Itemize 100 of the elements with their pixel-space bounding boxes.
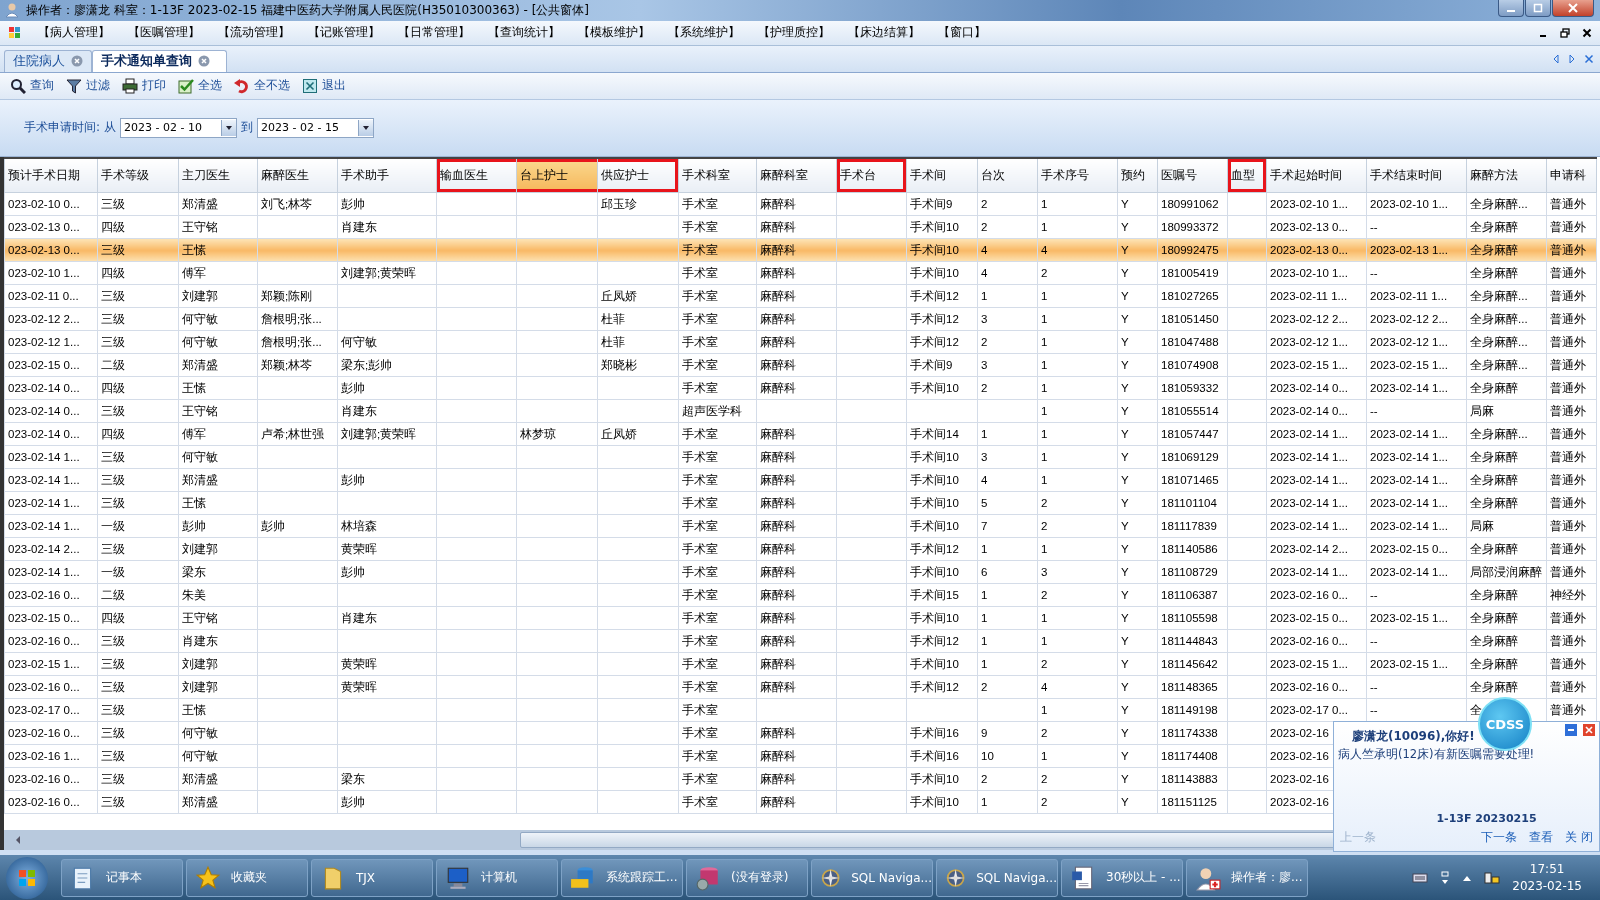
taskbar-button[interactable]: 收藏夹 <box>186 858 308 897</box>
table-cell: 2023-02-12 1... <box>1366 330 1467 354</box>
table-row[interactable]: 023-02-13 0... 三级 王愫 手术室 麻醉科 手术间10 4 4 Y 180992475 2023-02-13 0... 2023-02-13 1... 全身麻醉 普通外 <box>4 238 1597 262</box>
search-button[interactable]: 查询 <box>6 75 58 97</box>
column-header[interactable]: 麻醉科室 <box>756 158 837 193</box>
table-row[interactable]: 023-02-16 0... 二级 朱美 手术室 麻醉科 手术间15 1 2 Y 181106387 2023-02-16 0... -- 全身麻醉 神经外 <box>4 583 1597 607</box>
column-header[interactable]: 医嘱号 <box>1157 158 1228 193</box>
dropdown-arrow-icon[interactable] <box>225 124 234 131</box>
tab[interactable]: 手术通知单查询 <box>92 49 227 72</box>
table-cell: 5 <box>977 491 1038 515</box>
exit-button[interactable]: 退出 <box>298 75 350 97</box>
menu-item[interactable]: 【查询统计】 <box>488 24 578 42</box>
table-cell: 手术室 <box>678 192 757 216</box>
notification-link[interactable]: 查看 <box>1529 829 1554 846</box>
column-header[interactable]: 手术序号 <box>1037 158 1118 193</box>
table-row[interactable]: 023-02-12 2... 三级 何守敏 詹根明;张... 杜菲 手术室 麻醉科 手术间12 3 1 Y 181051450 2023-02-12 2... 2023-02-12 2... 全身麻醉... 普通外 <box>4 307 1597 331</box>
date-field[interactable]: 2023 - 02 - 10 <box>120 117 238 138</box>
table-row[interactable]: 023-02-10 0... 三级 郑清盛 刘飞;林芩 彭帅 邱玉珍 手术室 麻醉科 手术间9 2 1 Y 180991062 2023-02-10 1... 2023-02-10 1... 全身麻醉... 普通外 <box>4 192 1597 216</box>
table-row[interactable]: 023-02-14 0... 四级 王愫 彭帅 手术室 麻醉科 手术间10 2 1 Y 181059332 2023-02-14 0... 2023-02-14 1... 全身麻醉 普通外 <box>4 376 1597 400</box>
menu-item[interactable]: 【系统维护】 <box>668 24 758 42</box>
column-header[interactable]: 主刀医生 <box>178 158 258 193</box>
column-header[interactable]: 手术助手 <box>337 158 437 193</box>
table-row[interactable]: 023-02-16 0... 三级 刘建郭 黄荣晖 手术室 麻醉科 手术间12 2 4 Y 181148365 2023-02-16 0... -- 全身麻醉 普通外 <box>4 675 1597 699</box>
menu-item[interactable]: 【窗口】 <box>938 24 1028 42</box>
table-cell: Y <box>1117 514 1158 538</box>
taskbar-button[interactable]: 计算机 <box>436 858 558 897</box>
menu-item[interactable]: 【护理质控】 <box>758 24 848 42</box>
column-header[interactable]: 台上护士 <box>516 158 598 193</box>
taskbar-button[interactable]: 系统跟踪工... <box>561 858 683 897</box>
table-row[interactable]: 023-02-15 0... 二级 郑清盛 郑颖;林芩 梁东;彭帅 郑晓彬 手术室 麻醉科 手术间9 3 1 Y 181074908 2023-02-15 1... 2023-02-15 1... 全身麻醉... 普通外 <box>4 353 1597 377</box>
menu-item[interactable]: 【病人管理】 <box>38 24 128 42</box>
table-row[interactable]: 023-02-14 1... 三级 王愫 手术室 麻醉科 手术间10 5 2 Y 181101104 2023-02-14 1... 2023-02-14 1... 全身麻醉 普通外 <box>4 491 1597 515</box>
restore-icon[interactable] <box>1560 27 1570 38</box>
column-header[interactable]: 手术科室 <box>678 158 757 193</box>
column-header[interactable]: 台次 <box>977 158 1038 193</box>
column-header[interactable]: 麻醉医生 <box>257 158 338 193</box>
minimize-button[interactable] <box>1498 0 1524 17</box>
table-row[interactable]: 023-02-11 0... 三级 刘建郭 郑颖;陈刚 丘凤娇 手术室 麻醉科 手术间12 1 1 Y 181027265 2023-02-11 1... 2023-02-11 1... 全身麻醉... 普通外 <box>4 284 1597 308</box>
filter-button[interactable]: 过滤 <box>62 75 114 97</box>
menu-item[interactable]: 【日常管理】 <box>398 24 488 42</box>
taskbar-button[interactable]: 30秒以上 - ... <box>1061 858 1183 897</box>
table-row[interactable]: 023-02-15 0... 四级 王守铭 肖建东 手术室 麻醉科 手术间10 1 1 Y 181105598 2023-02-15 0... 2023-02-15 1... 全身麻醉 普通外 <box>4 606 1597 630</box>
table-row[interactable]: 023-02-14 1... 一级 梁东 彭帅 手术室 麻醉科 手术间10 6 3 Y 181108729 2023-02-14 1... 2023-02-14 1... 局部浸润麻醉 普通外 <box>4 560 1597 584</box>
column-header[interactable]: 手术等级 <box>97 158 179 193</box>
start-button[interactable] <box>6 856 48 899</box>
column-header[interactable]: 预计手术日期 <box>4 158 98 193</box>
table-cell: Y <box>1117 399 1158 423</box>
column-header[interactable]: 申请科 <box>1546 158 1597 193</box>
scroll-left-icon[interactable] <box>14 835 22 846</box>
table-row[interactable]: 023-02-14 0... 四级 傅军 卢希;林世强 刘建郭;黄荣晖 林梦琼 丘凤娇 手术室 麻醉科 手术间14 1 1 Y 181057447 2023-02-14 1... 2023-02-14 1... 全身麻醉... 普通外 <box>4 422 1597 446</box>
maximize-button[interactable] <box>1525 0 1551 17</box>
menu-item[interactable]: 【医嘱管理】 <box>128 24 218 42</box>
taskbar-button[interactable]: 记事本 <box>61 858 183 897</box>
notification-link[interactable]: 关 闭 <box>1565 829 1593 846</box>
table-row[interactable]: 023-02-14 1... 三级 郑清盛 彭帅 手术室 麻醉科 手术间10 4 1 Y 181071465 2023-02-14 1... 2023-02-14 1... 全身麻醉 普通外 <box>4 468 1597 492</box>
taskbar-button[interactable]: 操作者：廖... <box>1186 858 1308 897</box>
column-header[interactable]: 手术台 <box>836 158 907 193</box>
table-row[interactable]: 023-02-14 1... 一级 彭帅 彭帅 林培森 手术室 麻醉科 手术间10 7 2 Y 181117839 2023-02-14 1... 2023-02-14 1... 局麻 普通外 <box>4 514 1597 538</box>
taskbar-button[interactable]: SQL Naviga... <box>936 858 1058 897</box>
app-icon[interactable] <box>8 25 22 40</box>
table-cell: 手术间10 <box>906 445 978 469</box>
menu-item[interactable]: 【床边结算】 <box>848 24 938 42</box>
menu-item[interactable]: 【记账管理】 <box>308 24 398 42</box>
table-row[interactable]: 023-02-13 0... 四级 王守铭 肖建东 手术室 麻醉科 手术间10 2 1 Y 180993372 2023-02-13 0... -- 全身麻醉 普通外 <box>4 215 1597 239</box>
taskbar-button[interactable]: (没有登录) <box>686 858 808 897</box>
print-button[interactable]: 打印 <box>118 75 170 97</box>
taskbar-button[interactable]: SQL Naviga... <box>811 858 933 897</box>
column-header[interactable]: 预约 <box>1117 158 1158 193</box>
scroll-right-icon[interactable] <box>1568 53 1576 64</box>
column-header[interactable]: 手术起始时间 <box>1266 158 1367 193</box>
table-row[interactable]: 023-02-12 1... 三级 何守敏 詹根明;张... 何守敏 杜菲 手术室 麻醉科 手术间12 2 1 Y 181047488 2023-02-12 1... 2023-02-12 1... 全身麻醉... 普通外 <box>4 330 1597 354</box>
menu-item[interactable]: 【流动管理】 <box>218 24 308 42</box>
taskbar-button[interactable]: TJX <box>311 858 433 897</box>
table-cell: 杜菲 <box>597 307 679 331</box>
table-row[interactable]: 023-02-14 0... 三级 王守铭 肖建东 超声医学科 1 Y 181055514 2023-02-14 0... -- 局麻 普通外 <box>4 399 1597 423</box>
select-all-button[interactable]: 全选 <box>174 75 226 97</box>
close-icon[interactable] <box>1582 27 1592 38</box>
keyboard-icon[interactable] <box>1412 871 1429 884</box>
menu-item[interactable]: 【模板维护】 <box>578 24 668 42</box>
notification-link[interactable]: 下一条 <box>1481 829 1518 846</box>
table-row[interactable]: 023-02-16 0... 三级 肖建东 手术室 麻醉科 手术间12 1 1 Y 181144843 2023-02-16 0... -- 全身麻醉 普通外 <box>4 629 1597 653</box>
column-header[interactable]: 手术间 <box>906 158 978 193</box>
table-row[interactable]: 023-02-14 2... 三级 刘建郭 黄荣晖 手术室 麻醉科 手术间12 1 1 Y 181140586 2023-02-14 2... 2023-02-15 0... 全身麻醉 普通外 <box>4 537 1597 561</box>
deselect-button[interactable]: 全不选 <box>230 75 294 97</box>
table-row[interactable]: 023-02-14 1... 三级 何守敏 手术室 麻醉科 手术间10 3 1 Y 181069129 2023-02-14 1... 2023-02-14 1... 全身麻醉 普通外 <box>4 445 1597 469</box>
table-row[interactable]: 023-02-10 1... 四级 傅军 刘建郭;黄荣晖 手术室 麻醉科 手术间10 4 2 Y 181005419 2023-02-10 1... -- 全身麻醉 普通外 <box>4 261 1597 285</box>
table-cell: 郑清盛 <box>178 790 258 814</box>
network-icon[interactable] <box>1484 869 1501 886</box>
tab[interactable]: 住院病人 <box>4 49 92 72</box>
dropdown-arrow-icon[interactable] <box>362 124 371 131</box>
close-button[interactable] <box>1552 0 1594 17</box>
column-header[interactable]: 手术结束时间 <box>1366 158 1467 193</box>
column-header[interactable]: 输血医生 <box>436 158 517 193</box>
date-field[interactable]: 2023 - 02 - 15 <box>257 117 375 138</box>
scroll-left-icon[interactable] <box>1552 53 1560 64</box>
table-row[interactable]: 023-02-15 1... 三级 刘建郭 黄荣晖 手术室 麻醉科 手术间10 1 2 Y 181145642 2023-02-15 1... 2023-02-15 1... 全身麻醉 普通外 <box>4 652 1597 676</box>
column-header[interactable]: 麻醉方法 <box>1466 158 1547 193</box>
column-header[interactable]: 血型 <box>1227 158 1267 193</box>
table-cell: 9 <box>977 721 1038 745</box>
column-header[interactable]: 供应护士 <box>597 158 679 193</box>
